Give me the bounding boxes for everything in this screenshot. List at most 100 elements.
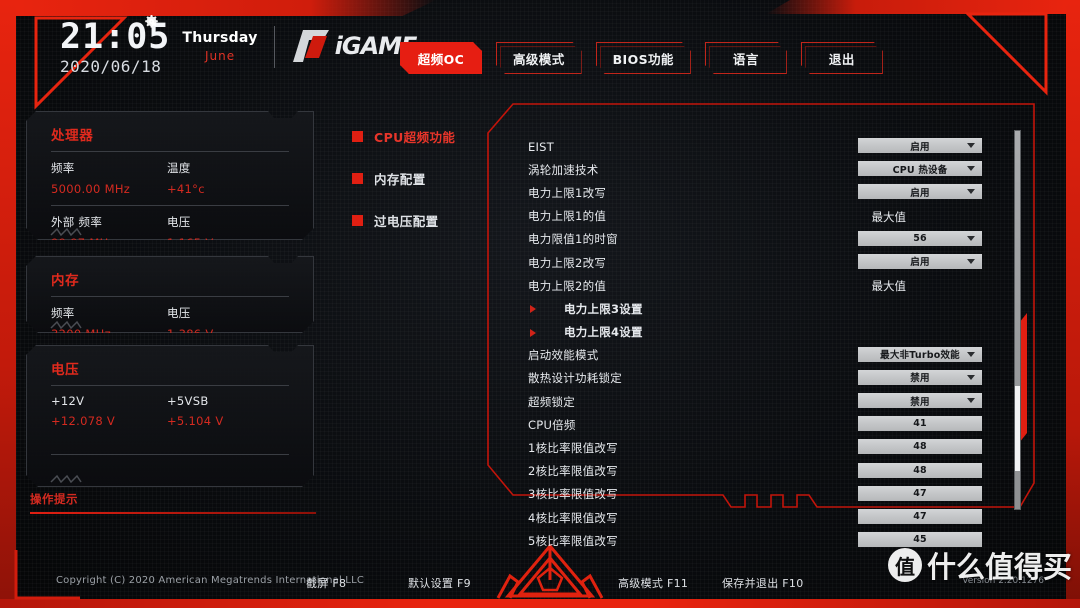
settings-row[interactable]: CPU倍频 41	[528, 413, 998, 436]
settings-input[interactable]: 48	[858, 439, 982, 455]
tab-language[interactable]: 语言	[705, 42, 787, 74]
settings-row-label: 1核比率限值改写	[528, 441, 618, 456]
info-key: +12V	[51, 394, 85, 408]
settings-row[interactable]: 2核比率限值改写 48	[528, 460, 998, 483]
settings-row-label: 电力上限1的值	[528, 209, 607, 224]
menu-item-overvoltage-config[interactable]: 过电压配置	[352, 212, 455, 229]
clock-block: 21:05 2020/06/18 Thursday June iGAME	[60, 14, 417, 76]
tab-exit[interactable]: 退出	[801, 42, 883, 74]
settings-value: 禁用	[910, 396, 930, 408]
chevron-down-icon	[967, 351, 975, 357]
settings-input[interactable]: 47	[858, 509, 982, 524]
settings-dropdown[interactable]: 最大非Turbo效能	[858, 346, 982, 362]
voltage-info-panel: 电压 +12V +12.078 V +5VSB +5.104 V	[26, 345, 314, 487]
settings-input[interactable]: 47	[858, 485, 982, 501]
top-tab-bar: 超频OC 高级模式 BIOS功能 语言 退出	[400, 42, 883, 74]
header: 21:05 2020/06/18 Thursday June iGAME 超频O…	[0, 14, 1080, 90]
chevron-down-icon	[967, 374, 975, 380]
shortcut-advanced-mode[interactable]: 高级模式 F11	[618, 575, 688, 591]
tab-bios-features[interactable]: BIOS功能	[596, 42, 691, 74]
settings-row[interactable]: 电力上限1改写 启用	[528, 181, 998, 204]
settings-dropdown[interactable]: 禁用	[858, 369, 982, 385]
menu-item-memory-config[interactable]: 内存配置	[352, 170, 455, 187]
settings-row[interactable]: 启动效能模式 最大非Turbo效能	[528, 344, 998, 367]
settings-row-label: 电力上限1改写	[528, 185, 607, 200]
settings-row[interactable]: EIST 启用	[528, 135, 998, 158]
info-row: 频率 5000.00 MHz 温度 +41°c	[51, 160, 313, 196]
settings-input[interactable]: 48	[858, 462, 982, 478]
bullet-square-icon	[352, 131, 363, 142]
settings-row-label: 启动效能模式	[528, 348, 599, 363]
settings-dropdown[interactable]: 56	[858, 230, 982, 246]
settings-input[interactable]: 41	[858, 416, 982, 432]
gear-icon	[145, 14, 158, 28]
tab-advanced[interactable]: 高级模式	[496, 42, 582, 74]
hint-bar	[30, 512, 316, 514]
settings-row[interactable]: 电力限值1的时窗 56	[528, 228, 998, 251]
settings-row-label: 5核比率限值改写	[528, 533, 618, 548]
frame-right-bar	[1066, 0, 1080, 608]
settings-row[interactable]: 4核比率限值改写 47	[528, 506, 998, 529]
settings-row[interactable]: 电力上限2的值 最大值	[528, 274, 998, 297]
info-key: +5VSB	[167, 394, 209, 408]
panel-rule	[51, 151, 289, 152]
igame-logo-icon	[292, 30, 329, 62]
zigzag-decor-icon	[49, 474, 93, 483]
tab-label: 退出	[828, 51, 855, 67]
shortcut-screenshot[interactable]: 截屏 F8	[306, 575, 346, 591]
settings-value: 启用	[910, 187, 930, 199]
menu-item-cpu-oc[interactable]: CPU超频功能	[352, 128, 455, 145]
info-cell: 电压 1.386 V	[167, 305, 283, 341]
zigzag-decor-icon	[49, 320, 93, 329]
settings-row-label: 电力上限2改写	[528, 255, 607, 270]
panel-rule	[51, 205, 289, 206]
settings-row-label: 3核比率限值改写	[528, 487, 618, 502]
menu-item-label: 过电压配置	[374, 214, 439, 229]
panel-rule	[51, 454, 289, 455]
info-value: 3200 MHz	[51, 327, 111, 341]
day-name: Thursday	[182, 30, 258, 46]
settings-dropdown[interactable]: 启用	[858, 138, 982, 153]
info-cell: 频率 5000.00 MHz	[51, 160, 167, 196]
section-menu: CPU超频功能 内存配置 过电压配置	[352, 128, 455, 254]
chevron-down-icon	[967, 258, 975, 264]
tab-overclock[interactable]: 超频OC	[400, 42, 482, 74]
settings-value: 48	[913, 464, 927, 476]
hint-title: 操作提示	[30, 492, 78, 506]
info-cell: 电压 1.165 V	[167, 214, 283, 250]
settings-row-label: 电力限值1的时窗	[528, 232, 618, 247]
settings-row[interactable]: 散热设计功耗锁定 禁用	[528, 367, 998, 390]
settings-dropdown[interactable]: 启用	[858, 253, 982, 269]
settings-row[interactable]: 1核比率限值改写 48	[528, 436, 998, 459]
settings-scrollbar[interactable]	[1014, 130, 1021, 510]
settings-dropdown[interactable]: 启用	[858, 184, 982, 200]
clock-date: 2020/06/18	[60, 57, 162, 76]
settings-dropdown[interactable]: CPU 热设备	[858, 161, 982, 177]
panel-title: 处理器	[51, 128, 94, 144]
settings-row[interactable]: 涡轮加速技术 CPU 热设备	[528, 158, 998, 181]
settings-panel: EIST 启用 涡轮加速技术 CPU 热设备 电力上限1改写 启用 电力上限1的值 最大值 电力…	[487, 103, 1035, 548]
info-value: 1.386 V	[167, 327, 214, 341]
info-key: 频率	[51, 161, 75, 175]
settings-value: 最大值	[871, 279, 907, 294]
day-block: Thursday June	[182, 30, 257, 63]
settings-row[interactable]: 电力上限1的值 最大值	[528, 205, 998, 228]
shortcut-save-exit[interactable]: 保存并退出 F10	[722, 575, 804, 591]
info-key: 电压	[167, 215, 191, 229]
settings-row[interactable]: 电力上限2改写 启用	[528, 251, 998, 274]
brand-logo: iGAME	[289, 28, 417, 64]
info-cell: +12V +12.078 V	[51, 394, 167, 428]
settings-value: 56	[913, 232, 927, 244]
settings-row[interactable]: 电力上限3设置	[528, 297, 998, 320]
scrollbar-thumb[interactable]	[1015, 386, 1020, 471]
settings-row[interactable]: 电力上限4设置	[528, 321, 998, 344]
settings-dropdown[interactable]: 禁用	[858, 393, 982, 409]
watermark-badge: 值	[887, 548, 922, 582]
bullet-square-icon	[352, 173, 363, 184]
settings-value: 禁用	[910, 373, 930, 385]
settings-row[interactable]: 3核比率限值改写 47	[528, 483, 998, 506]
settings-row[interactable]: 超频锁定 禁用	[528, 390, 998, 413]
settings-row-label: 电力上限2的值	[528, 278, 607, 293]
submenu-arrow-icon	[530, 328, 536, 337]
shortcut-defaults[interactable]: 默认设置 F9	[408, 575, 471, 591]
